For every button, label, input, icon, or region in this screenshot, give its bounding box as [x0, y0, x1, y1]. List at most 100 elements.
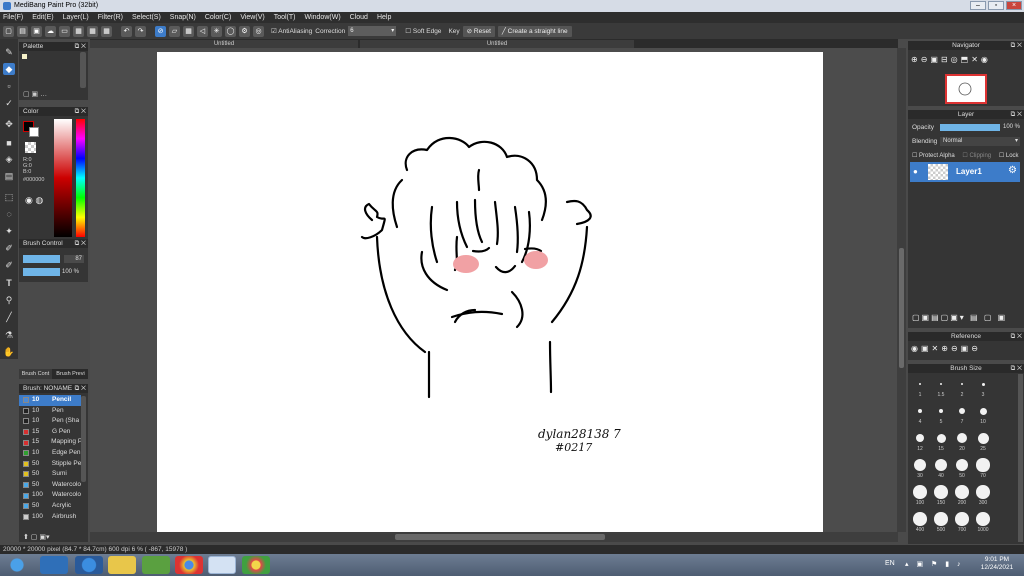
menu-color[interactable]: Color(C) [205, 12, 231, 23]
brush-size-dot[interactable] [936, 433, 946, 443]
menu-help[interactable]: Help [377, 12, 391, 23]
reset-button[interactable]: ⊘ Reset [462, 25, 495, 37]
brush-row[interactable]: 10 Pen (Sha [19, 416, 81, 427]
brush-size-dot[interactable] [955, 485, 969, 499]
taskbar-media-icon[interactable] [40, 556, 68, 574]
color-close-icon[interactable]: ⧉ ✕ [75, 107, 86, 116]
brush-size-dot[interactable] [934, 485, 948, 499]
operation-tool-icon[interactable]: ⚲ [3, 294, 15, 306]
taskbar-app-icon[interactable] [142, 556, 170, 574]
brush-size-dot[interactable] [959, 408, 965, 414]
saturation-value-picker[interactable] [54, 119, 72, 237]
snap-settings-icon[interactable]: ◎ [253, 25, 264, 37]
brush-size-slider[interactable] [23, 255, 60, 263]
grid-icon[interactable]: ▦ [73, 25, 84, 37]
layer-visibility-icon[interactable]: ● [913, 167, 918, 176]
select-tool-icon[interactable]: ⬚ [3, 191, 15, 203]
eyedropper-tool-icon[interactable]: ⚗ [3, 329, 15, 341]
brush-tool-icon[interactable]: ✎ [3, 46, 15, 58]
reference-controls[interactable]: ◉▣✕⊕⊖▣⊖ [911, 344, 981, 353]
palette-swatch[interactable] [22, 54, 27, 59]
system-tray-icons[interactable]: ▴ ▣ ⚑ ▮ ♪ [905, 560, 964, 568]
brush-row[interactable]: 10 Pencil [19, 395, 81, 406]
brush-size-dot[interactable] [934, 512, 948, 526]
brush-row[interactable]: 15 G Pen [19, 427, 81, 438]
cloud-icon[interactable]: ☁ [45, 25, 56, 37]
layer-actions[interactable]: ▢▣▤▢▣▾ ▤ ▢ ▣ [912, 313, 1007, 322]
brush-row[interactable]: 50 Stipple Pe [19, 459, 81, 470]
menu-select[interactable]: Select(S) [132, 12, 161, 23]
horizontal-scrollbar[interactable] [90, 532, 898, 542]
pen-tool-icon[interactable]: ✓ [3, 97, 15, 109]
taskbar-chrome-icon[interactable] [175, 556, 203, 574]
select-pen-tool-icon[interactable]: ✐ [3, 242, 15, 254]
taskbar-folder-icon[interactable] [108, 556, 136, 574]
vertical-scroll-thumb[interactable] [899, 248, 904, 368]
redo-icon[interactable]: ↷ [135, 25, 146, 37]
brush-size-dot[interactable] [981, 382, 985, 386]
minimize-button[interactable]: – [970, 1, 986, 10]
brush-size-dot[interactable] [913, 512, 927, 526]
tab-brush-preview[interactable]: Brush Previ [53, 369, 88, 379]
layer-close-icon[interactable]: ⧉ ✕ [1011, 110, 1022, 119]
navigator-zoom-controls[interactable]: ⊕⊖▣⊟◎⬒✕◉ [911, 55, 991, 64]
select-eraser-tool-icon[interactable]: ✐ [3, 259, 15, 271]
menu-file[interactable]: File(F) [3, 12, 23, 23]
undo-icon[interactable]: ↶ [121, 25, 132, 37]
brush-size-dot[interactable] [938, 408, 944, 414]
brush-size-dot[interactable] [913, 485, 927, 499]
layer-row-layer1[interactable]: ● Layer1 ⚙ [910, 162, 1020, 182]
brush-size-dot[interactable] [976, 485, 990, 499]
brush-opacity-slider[interactable] [23, 268, 60, 276]
move-tool-icon[interactable]: ✥ [3, 118, 15, 130]
hand-tool-icon[interactable]: ✋ [3, 346, 15, 358]
language-indicator[interactable]: EN [885, 560, 895, 567]
menu-layer[interactable]: Layer(L) [63, 12, 89, 23]
navigator-close-icon[interactable]: ⧉ ✕ [1011, 41, 1022, 50]
transparent-color-swatch[interactable] [25, 142, 36, 153]
text-tool-icon[interactable]: T [3, 277, 15, 289]
tab-untitled-1[interactable]: Untitled [90, 40, 358, 48]
palette-close-icon[interactable]: ⧉ ✕ [75, 42, 86, 51]
new-file-icon[interactable]: ▢ [3, 25, 14, 37]
brush-size-dot[interactable] [918, 409, 922, 413]
menu-window[interactable]: Window(W) [304, 12, 340, 23]
snap-circle-icon[interactable]: ◯ [225, 25, 236, 37]
start-button[interactable] [2, 556, 32, 574]
brush-size-dot[interactable] [977, 432, 989, 444]
clock[interactable]: 9:01 PM 12/24/2021 [976, 556, 1018, 572]
brush-size-scrollbar[interactable] [1018, 374, 1023, 542]
menu-cloud[interactable]: Cloud [350, 12, 368, 23]
menu-filter[interactable]: Filter(R) [98, 12, 123, 23]
snap-cross-icon[interactable]: ▦ [183, 25, 194, 37]
brush-size-close-icon[interactable]: ⧉ ✕ [1011, 364, 1022, 373]
menu-snap[interactable]: Snap(N) [170, 12, 196, 23]
brush-row[interactable]: 50 Watercolo [19, 480, 81, 491]
brush-row[interactable]: 100 Airbrush [19, 512, 81, 523]
brush-size-dot[interactable] [976, 512, 990, 526]
brush-size-value[interactable]: 87 [64, 255, 84, 263]
correction-select[interactable]: 6 ▾ [348, 26, 397, 36]
brush-row[interactable]: 50 Acrylic [19, 501, 81, 512]
magic-wand-tool-icon[interactable]: ✦ [3, 225, 15, 237]
eraser-tool-icon[interactable]: ◆ [3, 63, 15, 75]
antialiasing-checkbox[interactable]: ☑ AntiAliasing [271, 27, 312, 35]
layer-opacity-slider[interactable] [940, 124, 1000, 131]
taskbar-medibang-icon[interactable] [242, 556, 270, 574]
palette-scrollbar[interactable] [80, 52, 86, 88]
navigator-preview[interactable] [945, 74, 987, 104]
blending-select[interactable]: Normal ▾ [940, 137, 1020, 146]
grid3-icon[interactable]: ▦ [101, 25, 112, 37]
maximize-button[interactable]: ▫ [988, 1, 1004, 10]
brush-list-actions[interactable]: ⬆ ▢ ▣▾ [23, 533, 50, 541]
menu-tool[interactable]: Tool(T) [274, 12, 296, 23]
lock-checkbox[interactable]: ☐ Lock [999, 153, 1019, 159]
clipping-checkbox[interactable]: ☐ Clipping [962, 153, 991, 159]
soft-edge-checkbox[interactable]: ☐ Soft Edge [405, 27, 441, 35]
brush-size-dot[interactable] [940, 383, 942, 385]
brush-size-dot[interactable] [934, 458, 948, 472]
drawing-canvas[interactable]: dylan28138 7 #0217 [157, 52, 823, 532]
lasso-tool-icon[interactable]: ◌ [3, 208, 15, 220]
brush-list-close-icon[interactable]: ⧉ ✕ [75, 384, 86, 393]
layer-settings-icon[interactable]: ⚙ [1008, 165, 1017, 176]
